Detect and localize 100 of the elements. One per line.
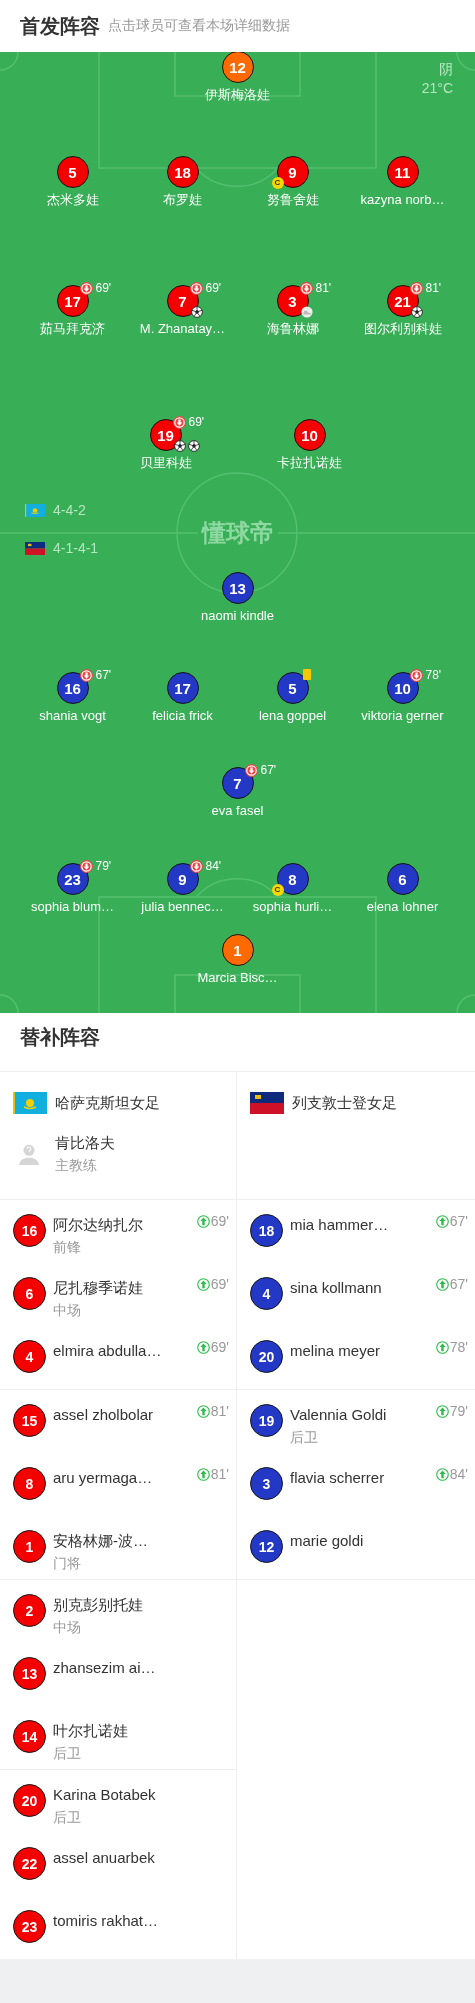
player-name: M. Zhanatay…: [139, 321, 226, 337]
player-number[interactable]: 16: [13, 1214, 46, 1247]
player-name[interactable]: assel zholbolar: [53, 1406, 154, 1424]
player-number[interactable]: 4: [13, 1340, 46, 1373]
substitution-in-icon: [435, 1277, 449, 1291]
player-name: viktoria gerner: [361, 708, 444, 724]
flag-icon: [250, 1092, 284, 1114]
player-name: julia bennec…: [141, 899, 224, 915]
substitution-in-icon: [196, 1404, 210, 1418]
coach-role: 主教练: [55, 1156, 98, 1174]
player-number[interactable]: 14: [13, 1720, 46, 1753]
player-number[interactable]: 8: [13, 1467, 46, 1500]
brand-logo: 懂球帝: [197, 518, 278, 548]
substitution-minute: 79': [449, 1403, 468, 1419]
player-number[interactable]: 9: [166, 863, 199, 895]
captain-badge: C: [271, 177, 284, 189]
team-name: 哈萨克斯坦女足: [55, 1093, 160, 1113]
player-name[interactable]: flavia scherrer: [290, 1469, 385, 1487]
player-number[interactable]: 20: [13, 1784, 46, 1817]
substitution-out-icon: [79, 669, 93, 682]
player-number[interactable]: 15: [13, 1404, 46, 1437]
player-number[interactable]: 5: [56, 156, 89, 188]
player-number[interactable]: 6: [13, 1277, 46, 1310]
player-name[interactable]: 别克彭别托娃: [53, 1596, 143, 1614]
player-name[interactable]: elmira abdulla…: [53, 1342, 162, 1360]
player-name[interactable]: tomiris rakhat…: [53, 1912, 159, 1930]
player-name: 图尔利别科娃: [363, 321, 442, 337]
player-number[interactable]: 4: [250, 1277, 283, 1310]
player-number[interactable]: 18: [250, 1214, 283, 1247]
player-number[interactable]: 3: [250, 1467, 283, 1500]
corner-arc-marking: [0, 52, 19, 71]
player-number[interactable]: 6: [386, 863, 419, 895]
player-position: 后卫: [53, 1808, 82, 1826]
substitution-minute: 81': [315, 282, 332, 295]
temperature-text: 21°C: [421, 79, 453, 98]
player-name: naomi kindle: [201, 608, 274, 624]
substitution-minute: 84': [449, 1466, 468, 1482]
substitution-out-icon: [409, 669, 423, 682]
substitution-minute: 69': [210, 1213, 229, 1229]
player-number[interactable]: 13: [13, 1657, 46, 1690]
team-name: 列支敦士登女足: [292, 1093, 397, 1113]
player-position: 后卫: [53, 1744, 82, 1762]
player-number[interactable]: 22: [13, 1847, 46, 1880]
player-name: 杰米多娃: [46, 192, 99, 208]
player-number[interactable]: 16: [56, 672, 89, 704]
substitution-minute: 84': [205, 860, 222, 873]
substitution-out-icon: [299, 282, 313, 295]
player-name[interactable]: 阿尔达纳扎尔: [53, 1216, 143, 1234]
player-position: 中场: [53, 1301, 82, 1319]
player-name[interactable]: Karina Botabek: [53, 1786, 156, 1804]
player-name[interactable]: mia hammer…: [290, 1216, 389, 1234]
player-number[interactable]: 18: [166, 156, 199, 188]
flag-icon: [13, 1092, 47, 1114]
player-name[interactable]: 叶尔扎诺娃: [53, 1722, 128, 1740]
substitution-minute: 69': [205, 282, 222, 295]
player-number[interactable]: 20: [250, 1340, 283, 1373]
weather-text: 阴: [439, 60, 453, 79]
player-number[interactable]: 19: [250, 1404, 283, 1437]
player-number[interactable]: 10: [293, 419, 326, 451]
player-number[interactable]: 17: [56, 285, 89, 317]
formation-text: 4-1-4-1: [53, 540, 99, 556]
player-number[interactable]: 10: [386, 672, 419, 704]
player-number[interactable]: 11: [386, 156, 419, 188]
player-name[interactable]: 尼扎穆季诺娃: [53, 1279, 143, 1297]
corner-arc-marking: [456, 52, 475, 71]
section-title: 首发阵容: [20, 13, 100, 39]
player-number[interactable]: 1: [13, 1530, 46, 1563]
substitution-in-icon: [196, 1340, 210, 1354]
substitution-in-icon: [435, 1340, 449, 1354]
player-name[interactable]: assel anuarbek: [53, 1849, 155, 1867]
corner-arc-marking: [456, 994, 475, 1013]
player-name[interactable]: 安格林娜-波…: [53, 1532, 148, 1550]
substitution-minute: 67': [449, 1213, 468, 1229]
player-number[interactable]: 7: [221, 767, 254, 799]
player-number[interactable]: 23: [13, 1910, 46, 1943]
player-name[interactable]: zhansezim ai…: [53, 1659, 156, 1677]
player-number[interactable]: 23: [56, 863, 89, 895]
player-number[interactable]: 13: [221, 572, 254, 604]
player-name[interactable]: sina kollmann: [290, 1279, 382, 1297]
player-number[interactable]: 5: [276, 672, 309, 704]
player-position: 中场: [53, 1618, 82, 1636]
person-silhouette-icon: [17, 1142, 41, 1166]
substitution-in-icon: [435, 1404, 449, 1418]
player-number[interactable]: 12: [250, 1530, 283, 1563]
substitution-in-icon: [435, 1467, 449, 1481]
player-name: 卡拉扎诺娃: [277, 455, 342, 471]
player-number[interactable]: 17: [166, 672, 199, 704]
player-number[interactable]: 2: [13, 1594, 46, 1627]
player-name[interactable]: Valennia Goldi: [290, 1406, 387, 1424]
captain-badge: C: [271, 884, 284, 896]
player-name[interactable]: marie goldi: [290, 1532, 364, 1550]
player-name: 茹马拜克济: [40, 321, 105, 337]
substitution-out-icon: [79, 282, 93, 295]
player-name: felicia frick: [152, 708, 213, 724]
player-name[interactable]: aru yermaga…: [53, 1469, 153, 1487]
substitution-minute: 67': [260, 764, 277, 777]
player-name[interactable]: melina meyer: [290, 1342, 381, 1360]
flag-icon: [25, 503, 45, 517]
substitution-minute: 79': [95, 860, 112, 873]
substitution-minute: 78': [449, 1339, 468, 1355]
